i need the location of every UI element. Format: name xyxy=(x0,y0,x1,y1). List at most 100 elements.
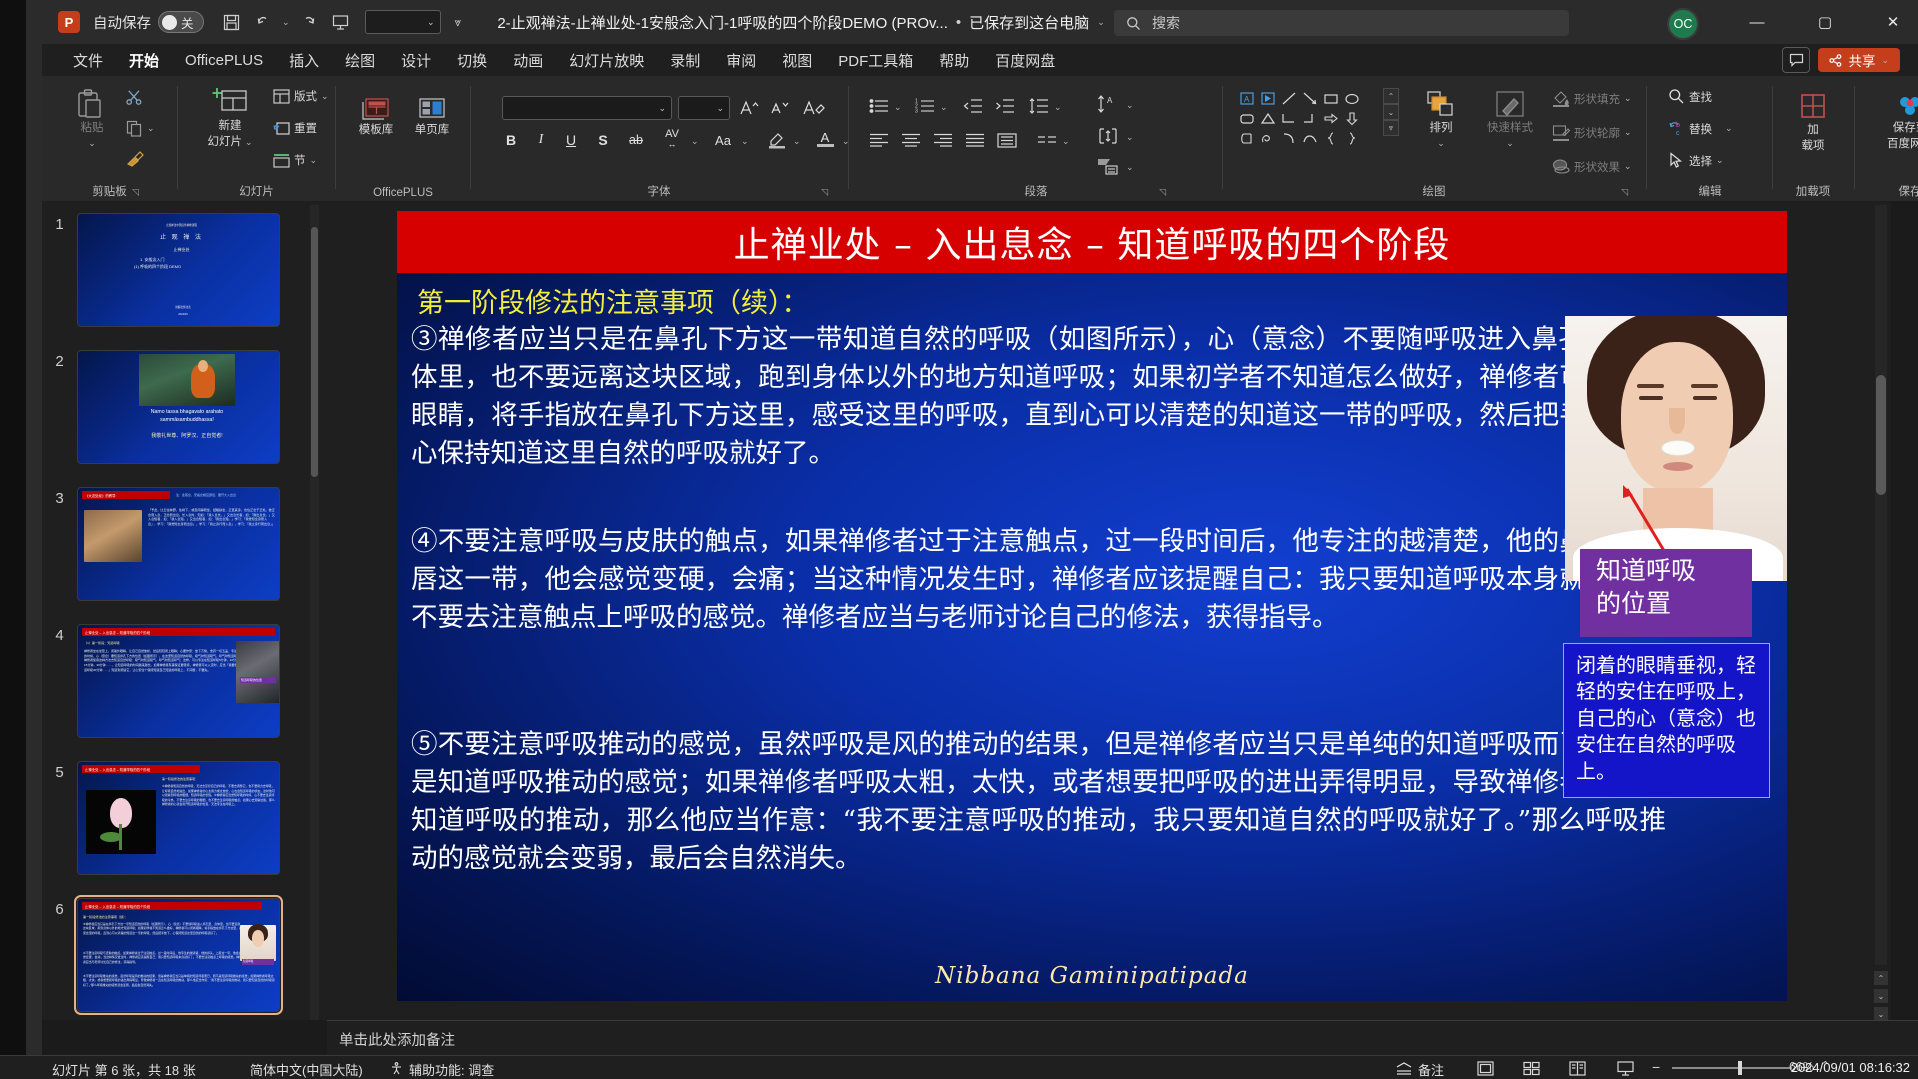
increase-font-size-button[interactable] xyxy=(736,96,762,120)
slide-vertical-scrollbar[interactable] xyxy=(1875,205,1887,965)
thumbnail-slide-2[interactable]: Namo tassa bhagavato arahato sammāsambud… xyxy=(77,350,280,464)
quick-styles-chevron-down-icon[interactable]: ⌄ xyxy=(1506,138,1514,149)
shape-gallery[interactable]: A xyxy=(1236,88,1383,148)
slideshow-button[interactable] xyxy=(1610,1058,1640,1078)
new-slide-button[interactable]: 新建 幻灯片 ⌄ xyxy=(193,86,267,149)
copy-button[interactable]: ⌄ xyxy=(126,120,155,137)
increase-indent-button[interactable] xyxy=(992,94,1018,118)
slide-scrollbar-track[interactable] xyxy=(1875,205,1887,965)
tab-home[interactable]: 开始 xyxy=(116,47,172,79)
slide-thumbnail-pane[interactable]: 1 止观禅法中国汉传禅修课程 止 观 禅 法 止禅业处 1. 安般念入门 (1)… xyxy=(42,201,327,1020)
shape-oval-icon[interactable] xyxy=(1341,88,1362,108)
shape-arc-icon[interactable] xyxy=(1278,128,1299,148)
slide-scrollbar-thumb[interactable] xyxy=(1876,375,1886,495)
shape-gallery-more-icon[interactable] xyxy=(1362,128,1383,148)
drawing-dialog-launcher[interactable]: ◹ xyxy=(1621,187,1628,198)
previous-slide-button[interactable]: ⌃ xyxy=(1874,971,1888,985)
paste-chevron-down-icon[interactable]: ⌄ xyxy=(88,138,96,149)
shape-arrow-icon[interactable] xyxy=(1299,88,1320,108)
tab-slideshow[interactable]: 幻灯片放映 xyxy=(556,47,657,74)
text-shadow-button[interactable]: S xyxy=(590,128,616,152)
template-library-button[interactable]: 模板库 xyxy=(348,94,404,138)
align-left-button[interactable] xyxy=(866,128,892,152)
shape-fill-button[interactable]: 形状填充 ⌄ xyxy=(1552,90,1632,107)
search-input[interactable]: 搜索 xyxy=(1114,10,1569,36)
document-title-area[interactable]: 2-止观禅法-止禅业处-1安般念入门-1呼吸的四个阶段DEMO (PROv...… xyxy=(497,12,1104,33)
text-direction-button[interactable]: A xyxy=(1094,92,1122,116)
change-case-chevron-down-icon[interactable]: ⌄ xyxy=(741,136,749,147)
tab-animations[interactable]: 动画 xyxy=(500,47,556,74)
arrange-button[interactable]: 排列 ⌄ xyxy=(1410,90,1472,148)
share-button[interactable]: 共享 ⌄ xyxy=(1818,48,1900,72)
next-slide-button[interactable]: ⌄ xyxy=(1874,989,1888,1003)
shape-wordart-icon[interactable] xyxy=(1257,88,1278,108)
highlight-chevron-down-icon[interactable]: ⌄ xyxy=(793,136,801,147)
bullets-chevron-down-icon[interactable]: ⌄ xyxy=(894,102,902,113)
list-item[interactable]: 3 《大念处经》的教导 注：此取念、安般念相应部经、要开大入出息 「予此，比丘往… xyxy=(42,487,312,601)
list-item[interactable]: 5 止禅业处 – 入出息念 – 知道呼吸的四个阶段 第一阶段修法的注意事项： ①… xyxy=(42,761,312,875)
text-direction-chevron-down-icon[interactable]: ⌄ xyxy=(1126,100,1134,111)
tab-review[interactable]: 审阅 xyxy=(713,47,769,74)
select-chevron-down-icon[interactable]: ⌄ xyxy=(1716,155,1724,166)
line-spacing-button[interactable] xyxy=(1026,94,1052,118)
columns-chevron-down-icon[interactable]: ⌄ xyxy=(1062,136,1070,147)
page-library-button[interactable]: 单页库 xyxy=(404,94,460,138)
language-indicator[interactable]: 简体中文(中国大陆) xyxy=(250,1060,363,1079)
thumbnail-slide-1[interactable]: 止观禅法中国汉传禅修课程 止 观 禅 法 止禅业处 1. 安般念入门 (1) 呼… xyxy=(77,213,280,327)
shape-elbow-connector-icon[interactable] xyxy=(1278,108,1299,128)
accessibility-indicator[interactable]: 辅助功能: 调查 xyxy=(390,1060,494,1079)
minimize-button[interactable]: — xyxy=(1734,0,1780,44)
tab-design[interactable]: 设计 xyxy=(388,47,444,74)
align-center-button[interactable] xyxy=(898,128,924,152)
undo-icon[interactable] xyxy=(249,7,279,37)
paragraph-dialog-launcher[interactable]: ◹ xyxy=(1159,187,1166,198)
slide-sorter-button[interactable] xyxy=(1516,1058,1546,1078)
tab-file[interactable]: 文件 xyxy=(60,47,116,74)
share-chevron-down-icon[interactable]: ⌄ xyxy=(1881,55,1889,66)
list-item[interactable]: 1 止观禅法中国汉传禅修课程 止 观 禅 法 止禅业处 1. 安般念入门 (1)… xyxy=(42,213,312,327)
smartart-button[interactable] xyxy=(1094,154,1122,178)
redo-icon[interactable] xyxy=(293,7,323,37)
slide-title-banner[interactable]: 止禅业处 – 入出息念 – 知道呼吸的四个阶段 xyxy=(397,211,1787,273)
shape-textbox-icon[interactable]: A xyxy=(1236,88,1257,108)
shape-gallery-scroll-up-icon[interactable]: ⌃ xyxy=(1383,88,1399,104)
underline-button[interactable]: U xyxy=(558,128,584,152)
thumbnail-scrollbar[interactable] xyxy=(310,205,319,1020)
copy-chevron-down-icon[interactable]: ⌄ xyxy=(147,123,155,134)
save-to-baidu-netdisk-button[interactable]: 保存到 百度网盘 xyxy=(1864,92,1918,151)
character-spacing-button[interactable]: AV ↔ xyxy=(656,126,688,152)
shape-scroll-down-icon[interactable] xyxy=(1362,108,1383,128)
shape-scroll-up-icon[interactable] xyxy=(1362,88,1383,108)
shape-rounded-rect-icon[interactable] xyxy=(1236,108,1257,128)
slide-navigate-dot-button[interactable]: ⌄ xyxy=(1874,1007,1888,1021)
format-painter-button[interactable] xyxy=(126,150,144,167)
shape-gallery-scroll-down-icon[interactable]: ⌄ xyxy=(1383,104,1399,120)
numbering-chevron-down-icon[interactable]: ⌄ xyxy=(940,102,948,113)
shape-freeform-icon[interactable] xyxy=(1257,128,1278,148)
decrease-font-size-button[interactable] xyxy=(766,96,792,120)
shape-elbow-arrow-icon[interactable] xyxy=(1299,108,1320,128)
shape-effects-button[interactable]: 形状效果 ⌄ xyxy=(1552,158,1632,175)
font-size-input[interactable]: ⌄ xyxy=(678,96,730,120)
undo-dropdown-icon[interactable]: ⌄ xyxy=(282,17,290,28)
columns-button[interactable] xyxy=(1034,128,1060,152)
normal-view-button[interactable] xyxy=(1470,1058,1500,1078)
notes-pane[interactable]: 单击此处添加备注 xyxy=(327,1020,1918,1055)
text-highlight-button[interactable] xyxy=(764,126,790,152)
font-name-input[interactable]: ⌄ xyxy=(502,96,672,120)
tab-record[interactable]: 录制 xyxy=(657,47,713,74)
quick-styles-button[interactable]: 快速样式 ⌄ xyxy=(1476,90,1544,148)
title-chevron-down-icon[interactable]: ⌄ xyxy=(1097,17,1105,28)
thumbnail-slide-3[interactable]: 《大念处经》的教导 注：此取念、安般念相应部经、要开大入出息 「予此，比丘往林野… xyxy=(77,487,280,601)
customize-qat-icon[interactable]: ⩔ xyxy=(455,15,462,30)
character-spacing-chevron-down-icon[interactable]: ⌄ xyxy=(691,136,699,147)
reading-view-button[interactable] xyxy=(1562,1058,1592,1078)
addins-button[interactable]: 加 载项 xyxy=(1784,92,1842,153)
replace-chevron-down-icon[interactable]: ⌄ xyxy=(1725,123,1733,134)
strikethrough-button[interactable]: ab xyxy=(622,128,650,152)
shape-outline-chevron-down-icon[interactable]: ⌄ xyxy=(1624,127,1632,138)
maximize-button[interactable]: ▢ xyxy=(1802,0,1848,44)
bullets-button[interactable] xyxy=(866,94,892,118)
tab-officeplus[interactable]: OfficePLUS xyxy=(172,49,276,72)
comments-icon[interactable] xyxy=(1782,47,1810,73)
